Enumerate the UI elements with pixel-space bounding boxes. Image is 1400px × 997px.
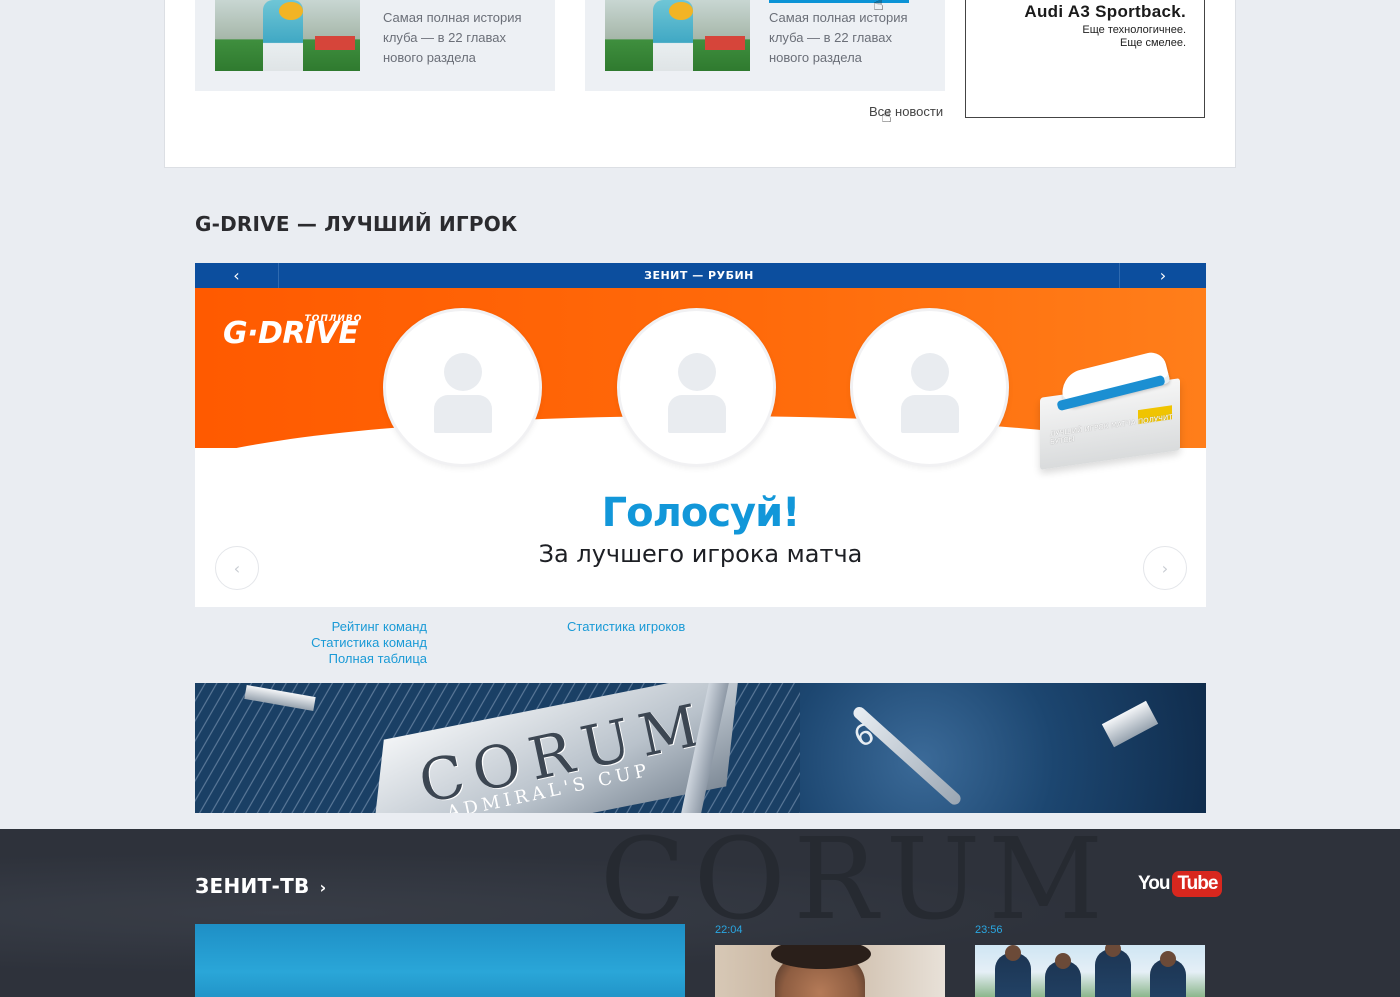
player-stats-link[interactable]: Статистика игроков [567, 619, 685, 635]
chevron-left-icon: ‹ [233, 558, 241, 578]
youtube-logo-tube: Tube [1172, 871, 1223, 897]
video-thumbnail[interactable] [975, 945, 1205, 997]
zenit-tv-title-link[interactable]: ЗЕНИТ-ТВ › [195, 874, 326, 898]
top-news-area: Самая полная история клуба — в 22 главах… [0, 0, 1400, 168]
team-stats-links: Рейтинг команд Статистика команд Полная … [200, 619, 427, 667]
gdrive-vote-panel: G·DRIVE ТОПЛИВО ЛУЧШИЙ ИГРОК МАТЧА ПОЛУЧ… [195, 288, 1206, 607]
user-icon [910, 352, 949, 391]
logo-small-text: ТОПЛИВО [304, 314, 363, 324]
corum-ad-banner[interactable]: CORUM ADMIRAL'S CUP 6 [195, 683, 1206, 813]
prev-match-button[interactable]: ‹ [195, 263, 279, 288]
vote-title: Голосуй! [601, 490, 801, 536]
zenit-tv-section: CORUM ЗЕНИТ-ТВ › You Tube 22:04 23:56 [0, 829, 1400, 997]
news-title-cut [769, 0, 909, 3]
match-selector: ‹ ЗЕНИТ — РУБИН › [195, 263, 1206, 288]
ad-subtitle: Еще технологичнее. Еще смелее. [1082, 24, 1186, 50]
prev-arrow-button[interactable]: ‹ [215, 546, 259, 590]
news-text[interactable]: Самая полная история клуба — в 22 главах… [383, 8, 543, 68]
team-stats-link[interactable]: Статистика команд [200, 635, 427, 651]
section-title: ЗЕНИТ-ТВ [195, 874, 310, 898]
match-name: ЗЕНИТ — РУБИН [644, 269, 754, 282]
player-avatar[interactable] [617, 308, 776, 467]
full-table-link[interactable]: Полная таблица [200, 651, 427, 667]
audi-ad-banner[interactable]: Audi A3 Sportback. Еще технологичнее. Ещ… [965, 0, 1205, 118]
user-icon [443, 352, 482, 391]
player-stats-links: Статистика игроков [567, 619, 685, 635]
chevron-right-icon: › [1161, 558, 1169, 578]
player-avatar[interactable] [850, 308, 1009, 467]
next-arrow-button[interactable]: › [1143, 546, 1187, 590]
ad-line: Еще смелее. [1120, 37, 1186, 49]
section-title: G-DRIVE — ЛУЧШИЙ ИГРОК [195, 212, 518, 236]
ad-line: Еще технологичнее. [1082, 24, 1186, 36]
news-text[interactable]: Самая полная история клуба — в 22 главах… [769, 8, 929, 68]
chevron-left-icon: ‹ [233, 266, 240, 285]
youtube-link[interactable]: You Tube [1138, 871, 1223, 897]
video-time: 23:56 [975, 924, 1003, 936]
player-avatar[interactable] [383, 308, 542, 467]
news-thumbnail[interactable] [215, 0, 360, 71]
user-icon [677, 352, 716, 391]
prize-text: ЛУЧШИЙ ИГРОК МАТЧА ПОЛУЧИТ БУТСЫ [1050, 413, 1173, 447]
news-card[interactable]: Самая полная история клуба — в 22 главах… [195, 0, 555, 91]
ad-title: Audi A3 Sportback. [1024, 2, 1186, 21]
chevron-right-icon: › [319, 878, 327, 897]
chevron-right-icon: › [1159, 266, 1167, 285]
gdrive-logo: G·DRIVE ТОПЛИВО [223, 314, 361, 351]
news-thumbnail[interactable] [605, 0, 750, 71]
hand-cursor-icon: ☝ [881, 106, 892, 127]
youtube-logo-you: You [1138, 873, 1171, 894]
next-match-button[interactable]: › [1119, 263, 1206, 288]
vote-subtitle: За лучшего игрока матча [538, 540, 863, 568]
news-card[interactable]: Самая полная история клуба — в 22 главах… [585, 0, 945, 91]
hand-cursor-icon: ☝ [873, 0, 884, 15]
video-thumbnail[interactable] [715, 945, 945, 997]
video-time: 22:04 [715, 924, 743, 936]
featured-video[interactable] [195, 924, 685, 997]
team-rating-link[interactable]: Рейтинг команд [200, 619, 427, 635]
football-boot-image [1050, 349, 1171, 412]
